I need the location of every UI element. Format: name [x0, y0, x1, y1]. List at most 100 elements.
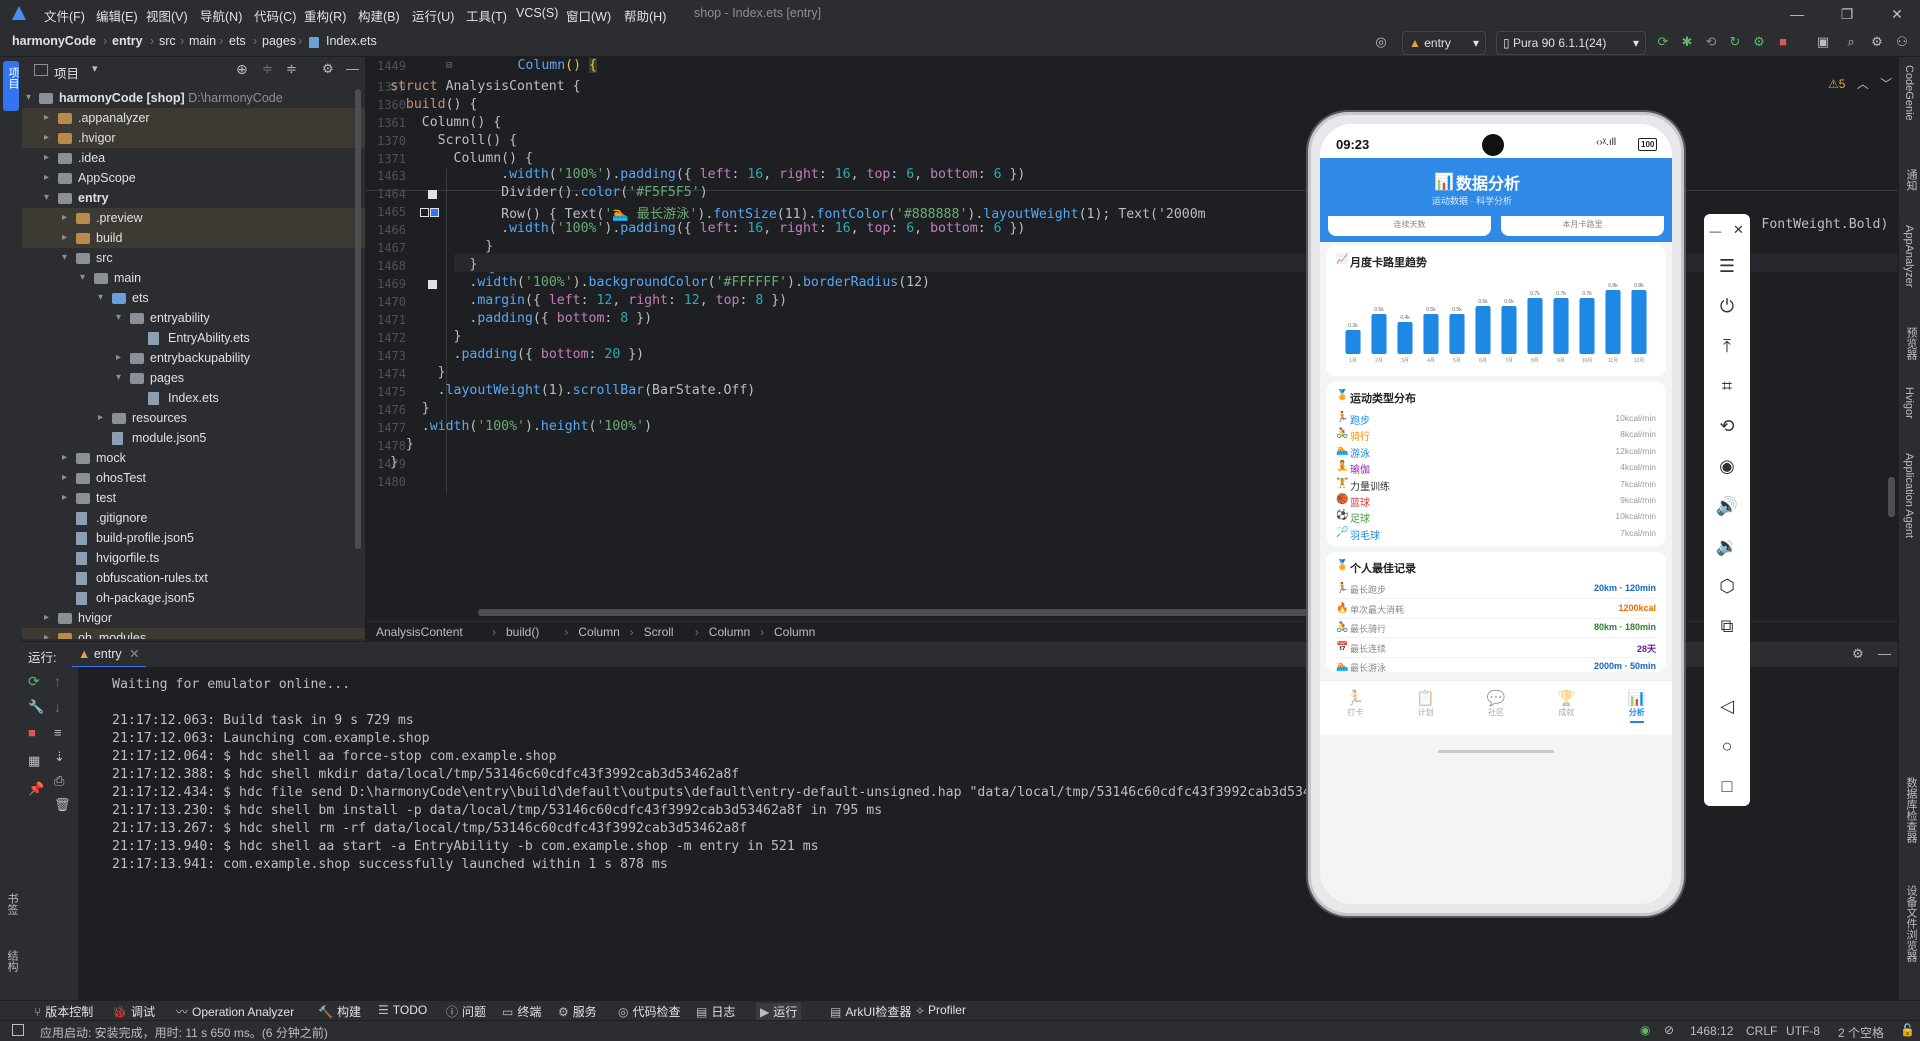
sticky-code-line[interactable]: Column() { — [454, 58, 597, 73]
ai-status-icon[interactable]: ◉ — [1640, 1023, 1650, 1037]
tree-item[interactable]: ▸ .preview — [22, 208, 365, 228]
project-panel-title[interactable]: 项目 — [54, 63, 79, 82]
menu-item[interactable]: 导航(N) — [200, 6, 242, 25]
record-row[interactable]: 📅 最长连续 28天 — [1326, 639, 1666, 658]
chevron-icon[interactable]: ▾ — [62, 248, 74, 268]
sport-type-row[interactable]: 🚴 骑行 8kcal/min — [1326, 426, 1666, 443]
recents-icon[interactable]: □ — [1704, 776, 1750, 797]
code-line[interactable]: .width('100%').padding({ left: 16, right… — [390, 167, 1025, 182]
previewer-tool-label[interactable]: 预览器 — [1903, 327, 1919, 360]
chevron-icon[interactable]: ▾ — [116, 308, 128, 328]
close-icon[interactable]: ✕ — [1886, 3, 1908, 25]
fold-icon[interactable]: ⊟ — [446, 60, 452, 71]
run-settings-icon[interactable]: ⚙ — [1852, 646, 1864, 662]
menu-item[interactable]: 文件(F) — [44, 6, 85, 25]
breadcrumb-main[interactable]: main — [189, 34, 216, 48]
sticky-code-line[interactable]: Column() { — [390, 151, 533, 166]
tree-item[interactable]: EntryAbility.ets — [22, 328, 365, 348]
crop-icon[interactable]: ⌗ — [1704, 376, 1750, 397]
debug-icon[interactable]: ✱ — [1678, 33, 1696, 51]
tab-2[interactable]: 💬 社区 — [1461, 681, 1531, 735]
phone-screen[interactable]: 09:23 ‹›ᵡ.ıll 100 📊 数据分析 运动数据 · 科学分析 连续天… — [1320, 124, 1672, 904]
device-manager-icon[interactable]: ▣ — [1814, 33, 1832, 51]
indent-setting[interactable]: 2 个空格 — [1838, 1024, 1884, 1041]
codegenie-tool-label[interactable]: CodeGenie — [1903, 65, 1915, 121]
wrench-icon[interactable]: 🔧 — [28, 699, 44, 715]
breadcrumb-module[interactable]: entry — [112, 34, 143, 48]
chevron-icon[interactable]: ▸ — [62, 488, 74, 508]
tree-item[interactable]: ▸ AppScope — [22, 168, 365, 188]
volume-down-icon[interactable]: 🔉 — [1704, 536, 1750, 557]
layout-icon[interactable]: ▦ — [28, 753, 40, 769]
caret-position[interactable]: 1468:12 — [1690, 1024, 1733, 1038]
tree-item[interactable]: ▸ build — [22, 228, 365, 248]
sticky-code-line[interactable]: Scroll() { — [390, 133, 517, 148]
database-inspector-tool-label[interactable]: 数据库检查器 — [1903, 777, 1919, 843]
account-icon[interactable]: ⚇ — [1893, 33, 1911, 51]
chevron-down-icon[interactable]: ▾ — [92, 62, 98, 75]
scroll-end-icon[interactable]: ⇣ — [54, 749, 65, 765]
sport-type-row[interactable]: 🧘 瑜伽 4kcal/min — [1326, 459, 1666, 476]
breadcrumb-pages[interactable]: pages — [262, 34, 296, 48]
minimize-emulator-icon[interactable]: — — [1704, 224, 1727, 238]
back-icon[interactable]: ◁ — [1704, 696, 1750, 717]
profile-icon[interactable]: ⟲ — [1702, 33, 1720, 51]
bottom-tool-button[interactable]: ⟡ Profiler — [916, 1003, 966, 1018]
tree-item[interactable]: ▸ hvigor — [22, 608, 365, 628]
code-line[interactable]: } — [390, 455, 398, 470]
code-line[interactable]: Row() { Text('🏊 最长游泳').fontSize(11).font… — [390, 203, 1205, 222]
sticky-code-line[interactable]: Column() { — [390, 115, 501, 130]
record-row[interactable]: 🏊 最长游泳 2000m · 50min — [1326, 658, 1666, 676]
search-icon[interactable]: ⌕ — [1842, 33, 1860, 51]
rerun-icon[interactable]: ⟳ — [1654, 33, 1672, 51]
menu-item[interactable]: 运行(U) — [412, 6, 454, 25]
stop-icon[interactable]: ■ — [28, 725, 36, 740]
bottom-tool-button[interactable]: ▶ 运行 — [756, 1003, 802, 1020]
chevron-icon[interactable]: ▸ — [44, 148, 56, 168]
menu-item[interactable]: 重构(R) — [304, 6, 346, 25]
hvigor-tool-label[interactable]: Hvigor — [1903, 387, 1915, 419]
menu-item[interactable]: 工具(T) — [466, 6, 507, 25]
up-icon[interactable]: ↑ — [54, 673, 61, 689]
pin-icon[interactable]: 📌 — [28, 781, 44, 797]
bottom-tool-button[interactable]: 🐞 调试 — [112, 1003, 155, 1020]
tree-item[interactable]: ▾ main — [22, 268, 365, 288]
sport-type-row[interactable]: 🏸 羽毛球 7kcal/min — [1326, 525, 1666, 542]
sport-type-row[interactable]: 🏊 游泳 12kcal/min — [1326, 443, 1666, 460]
device-select[interactable]: ▯ Pura 90 6.1.1(24) ▾ — [1496, 31, 1646, 55]
tree-item[interactable]: obfuscation-rules.txt — [22, 568, 365, 588]
sport-type-row[interactable]: ⚽ 足球 10kcal/min — [1326, 508, 1666, 525]
no-vcs-icon[interactable]: ⊘ — [1664, 1023, 1674, 1037]
attach-debugger-icon[interactable]: ⚙ — [1750, 33, 1768, 51]
editor-crumb[interactable]: build() — [506, 625, 539, 639]
stop-icon[interactable]: ■ — [1774, 33, 1792, 51]
tree-item[interactable]: .gitignore — [22, 508, 365, 528]
tree-item[interactable]: ▸ ohosTest — [22, 468, 365, 488]
bottom-tool-button[interactable]: ▤ ArkUI检查器 — [830, 1003, 911, 1020]
record-row[interactable]: 🔥 单次最大消耗 1200kcal — [1326, 600, 1666, 619]
menu-item[interactable]: 代码(C) — [254, 6, 296, 25]
hide-run-icon[interactable]: — — [1878, 646, 1891, 661]
chevron-icon[interactable]: ▸ — [62, 228, 74, 248]
panel-settings-icon[interactable]: ⚙ — [322, 61, 334, 77]
shake-icon[interactable]: ⬡ — [1704, 576, 1750, 597]
sport-type-row[interactable]: 🏃 跑步 10kcal/min — [1326, 410, 1666, 427]
code-line[interactable]: } — [390, 365, 446, 380]
editor-hscrollbar[interactable] — [478, 609, 1418, 616]
down-icon[interactable]: ↓ — [54, 699, 61, 715]
chevron-icon[interactable]: ▸ — [62, 208, 74, 228]
chevron-icon[interactable]: ▸ — [62, 448, 74, 468]
home-icon[interactable]: ○ — [1704, 736, 1750, 757]
minimize-icon[interactable]: — — [1786, 3, 1808, 25]
rotate-icon[interactable]: ⟲ — [1704, 416, 1750, 437]
chevron-icon[interactable]: ▸ — [116, 348, 128, 368]
tree-item[interactable]: ▸ .hvigor — [22, 128, 365, 148]
tree-root[interactable]: ▾ harmonyCode [shop] D:\harmonyCode — [22, 88, 365, 108]
tree-item[interactable]: ▸ .idea — [22, 148, 365, 168]
bookmarks-tool-label[interactable]: 书签 — [4, 893, 20, 915]
breadcrumb-file[interactable]: Index.ets — [326, 34, 377, 48]
chevron-icon[interactable]: ▾ — [44, 188, 56, 208]
code-line[interactable]: } — [390, 401, 430, 416]
sticky-code-line[interactable]: build() { — [390, 97, 477, 112]
tree-item[interactable]: ▾ pages — [22, 368, 365, 388]
